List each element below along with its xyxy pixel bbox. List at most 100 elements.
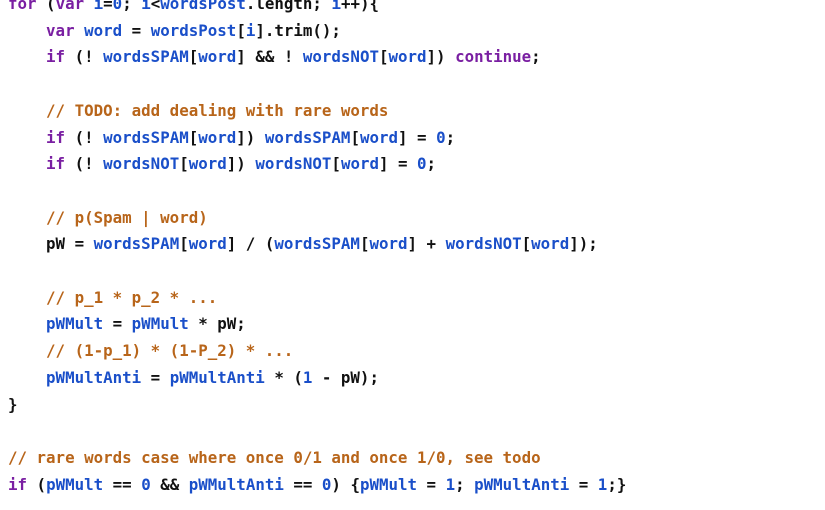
code-token: pWMultAnti <box>474 474 570 494</box>
code-token: word <box>84 20 123 40</box>
code-line: } <box>8 392 18 418</box>
code-token: if <box>8 474 28 494</box>
code-token: ] + <box>407 234 446 254</box>
code-token: 0 <box>112 0 123 13</box>
code-line: // TODO: add dealing with rare words <box>8 98 388 124</box>
code-token: - pW); <box>312 367 379 387</box>
code-token: ] = <box>378 154 418 174</box>
code-token: 1 <box>445 474 456 494</box>
code-token: wordsSPAM <box>103 127 189 147</box>
code-token: ]) <box>426 47 456 67</box>
code-line: for (var i=0; i<wordsPost.length; i++){ <box>8 0 379 17</box>
code-token: (! <box>65 154 104 174</box>
code-token: 0 <box>417 154 427 174</box>
code-token: word <box>369 234 408 254</box>
code-token: = <box>417 474 446 494</box>
code-token: * ( <box>264 367 303 387</box>
code-token: pWMultAnti <box>46 367 142 387</box>
code-token: = <box>122 20 151 40</box>
code-token: ; <box>122 0 142 13</box>
code-token: 1 <box>597 474 608 494</box>
code-token: i <box>141 0 151 13</box>
code-line: // rare words case where once 0/1 and on… <box>8 445 541 471</box>
code-token: wordsNOT <box>255 154 332 174</box>
code-editor[interactable]: for (var i=0; i<wordsPost.length; i++){ … <box>0 0 825 510</box>
code-token: .length; <box>245 0 332 13</box>
code-token: word <box>388 47 427 67</box>
code-token: pWMultAnti <box>169 367 265 387</box>
code-line: // p(Spam | word) <box>8 205 208 231</box>
code-token: } <box>8 394 18 414</box>
code-line: var word = wordsPost[i].trim(); <box>8 18 341 44</box>
code-token: ; <box>531 47 541 67</box>
code-token: pWMult <box>359 474 418 494</box>
code-token: [ <box>179 154 189 174</box>
code-token: ( <box>27 474 47 494</box>
code-token: ]) <box>226 154 256 174</box>
code-token: = <box>103 0 113 13</box>
code-token: pWMultAnti <box>188 474 284 494</box>
code-token: (! <box>65 47 104 67</box>
code-token: pWMult <box>46 474 104 494</box>
code-token: 0 <box>141 474 151 494</box>
code-token: word <box>531 234 570 254</box>
code-token: wordsSPAM <box>103 47 189 67</box>
code-token: [ <box>521 234 532 254</box>
code-token: ;} <box>607 474 627 494</box>
code-token: == <box>103 474 142 494</box>
code-token: [ <box>331 154 341 174</box>
code-line: pWMult = pWMult * pW; <box>8 311 246 337</box>
code-token: // TODO: add dealing with rare words <box>46 100 389 120</box>
code-token: word <box>359 127 399 147</box>
code-token: [ <box>179 234 189 254</box>
code-line: // (1-p_1) * (1-P_2) * ... <box>8 338 293 364</box>
code-token: pW = <box>8 234 94 254</box>
code-token: word <box>188 154 227 174</box>
code-token: ] / ( <box>226 234 275 254</box>
code-token: word <box>198 127 237 147</box>
code-token: ++){ <box>340 0 380 13</box>
code-token: i <box>93 0 104 13</box>
code-token: i <box>245 20 256 40</box>
code-token: word <box>188 234 227 254</box>
code-token: = <box>141 367 170 387</box>
code-token: for <box>8 0 37 13</box>
code-token: ].trim(); <box>255 20 341 40</box>
code-token: if <box>46 154 66 174</box>
code-line: if (pWMult == 0 && pWMultAnti == 0) {pWM… <box>8 472 626 498</box>
code-token: wordsSPAM <box>264 127 351 147</box>
code-token: word <box>340 154 379 174</box>
code-token: * pW; <box>188 314 246 334</box>
code-token: ] && ! <box>236 47 303 67</box>
code-line: if (! wordsSPAM[word] && ! wordsNOT[word… <box>8 44 541 70</box>
code-token: [ <box>188 47 199 67</box>
code-line: // p_1 * p_2 * ... <box>8 285 217 311</box>
code-token: word <box>198 47 237 67</box>
code-token: < <box>150 0 161 13</box>
code-token: [ <box>236 20 246 40</box>
code-token: [ <box>350 127 360 147</box>
code-token: wordsSPAM <box>93 234 180 254</box>
code-token: wordsPost <box>160 0 246 13</box>
code-token: == <box>283 474 322 494</box>
code-token: ; <box>455 474 475 494</box>
code-token: ; <box>445 127 456 147</box>
code-token: 0 <box>321 474 332 494</box>
code-token: = <box>569 474 598 494</box>
code-token: (! <box>65 127 104 147</box>
code-token: i <box>331 0 341 13</box>
code-token: var <box>46 20 75 40</box>
code-line: pWMultAnti = pWMultAnti * (1 - pW); <box>8 365 379 391</box>
code-token: pWMult <box>46 314 104 334</box>
code-line: if (! wordsSPAM[word]) wordsSPAM[word] =… <box>8 125 455 151</box>
code-token: if <box>46 47 66 67</box>
